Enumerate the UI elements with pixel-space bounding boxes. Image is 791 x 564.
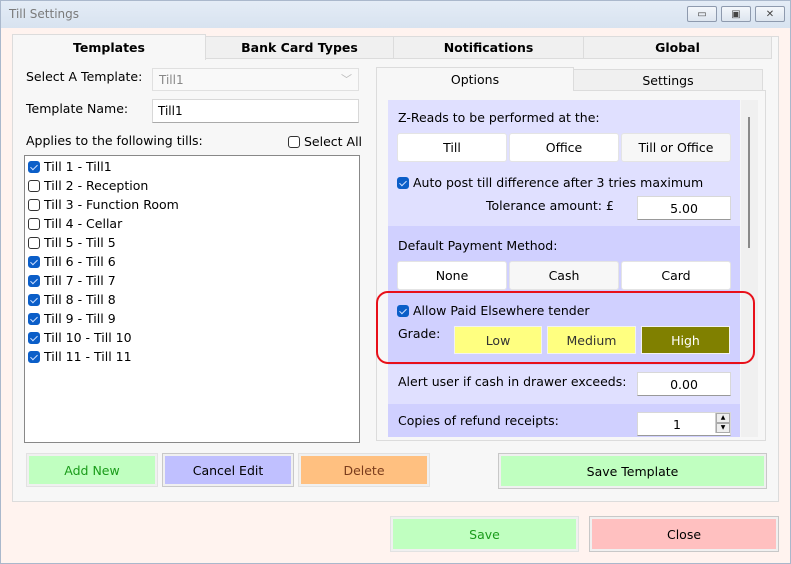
alert-amount-input[interactable]: 0.00 <box>637 372 731 396</box>
tab-settings[interactable]: Settings <box>573 69 763 91</box>
till-label: Till 11 - Till 11 <box>44 349 132 364</box>
delete-button[interactable]: Delete <box>298 453 430 487</box>
template-name-label: Template Name: <box>26 101 129 116</box>
tab-global[interactable]: Global <box>583 36 772 59</box>
auto-post-label: Auto post till difference after 3 tries … <box>413 175 704 190</box>
checkbox-icon <box>28 313 40 325</box>
select-all-check-icon <box>288 136 300 148</box>
till-label: Till 10 - Till 10 <box>44 330 132 345</box>
till-label: Till 4 - Cellar <box>44 216 123 231</box>
refund-copies-stepper[interactable]: ▲ ▼ <box>715 413 730 433</box>
checkbox-icon <box>28 256 40 268</box>
template-select-value: Till1 <box>159 73 184 87</box>
till-label: Till 5 - Till 5 <box>44 235 116 250</box>
refund-label: Copies of refund receipts: <box>398 413 559 428</box>
grade-label: Grade: <box>398 326 441 341</box>
till-label: Till 1 - Till1 <box>44 159 112 174</box>
till-label: Till 8 - Till 8 <box>44 292 116 307</box>
till-list-item[interactable]: Till 4 - Cellar <box>28 215 359 234</box>
till-list-item[interactable]: Till 9 - Till 9 <box>28 310 359 329</box>
grade-medium-button[interactable]: Medium <box>547 326 636 354</box>
select-template-label: Select A Template: <box>26 69 143 84</box>
checkbox-icon <box>28 294 40 306</box>
checkbox-icon <box>28 237 40 249</box>
checkbox-icon <box>28 218 40 230</box>
close-window-button[interactable]: ✕ <box>755 6 785 22</box>
till-list-item[interactable]: Till 3 - Function Room <box>28 196 359 215</box>
select-all-label: Select All <box>304 134 363 149</box>
tolerance-input[interactable]: 5.00 <box>637 196 731 220</box>
maximize-button[interactable]: ▣ <box>721 6 751 22</box>
applies-to-label: Applies to the following tills: <box>26 133 203 148</box>
spin-up-icon[interactable]: ▲ <box>716 413 730 423</box>
save-button[interactable]: Save <box>390 516 579 552</box>
title-bar: Till Settings ▭ ▣ ✕ <box>1 1 790 28</box>
cancel-edit-button[interactable]: Cancel Edit <box>162 453 294 487</box>
maximize-icon: ▣ <box>731 8 741 20</box>
till-list-item[interactable]: Till 7 - Till 7 <box>28 272 359 291</box>
till-list-item[interactable]: Till 5 - Till 5 <box>28 234 359 253</box>
payment-method-label: Default Payment Method: <box>398 238 558 253</box>
minimize-button[interactable]: ▭ <box>687 6 717 22</box>
zreads-office-button[interactable]: Office <box>509 133 619 162</box>
till-label: Till 7 - Till 7 <box>44 273 116 288</box>
tab-templates[interactable]: Templates <box>12 34 206 60</box>
checkbox-icon <box>28 161 40 173</box>
zreads-till-button[interactable]: Till <box>397 133 507 162</box>
payment-cash-button[interactable]: Cash <box>509 261 619 290</box>
tab-bank-card-types[interactable]: Bank Card Types <box>205 36 394 59</box>
checkbox-icon <box>28 351 40 363</box>
minimize-icon: ▭ <box>697 8 707 20</box>
till-settings-window: Till Settings ▭ ▣ ✕ Templates Bank Card … <box>0 0 791 564</box>
checkbox-icon <box>28 180 40 192</box>
alert-label: Alert user if cash in drawer exceeds: <box>398 374 627 389</box>
payment-none-button[interactable]: None <box>397 261 507 290</box>
zreads-label: Z-Reads to be performed at the: <box>398 110 600 125</box>
till-list: Till 1 - Till1 Till 2 - Reception Till 3… <box>24 155 360 443</box>
till-list-item[interactable]: Till 6 - Till 6 <box>28 253 359 272</box>
close-icon: ✕ <box>765 8 775 20</box>
till-list-item[interactable]: Till 8 - Till 8 <box>28 291 359 310</box>
payment-card-button[interactable]: Card <box>621 261 731 290</box>
till-list-item[interactable]: Till 10 - Till 10 <box>28 329 359 348</box>
till-list-item[interactable]: Till 11 - Till 11 <box>28 348 359 367</box>
till-label: Till 3 - Function Room <box>44 197 179 212</box>
grade-low-button[interactable]: Low <box>454 326 542 354</box>
save-template-button[interactable]: Save Template <box>498 453 767 489</box>
tab-options[interactable]: Options <box>376 67 574 91</box>
till-label: Till 2 - Reception <box>44 178 149 193</box>
auto-post-checkbox[interactable]: Auto post till difference after 3 tries … <box>397 175 703 190</box>
paid-elsewhere-label: Allow Paid Elsewhere tender <box>413 303 590 318</box>
paid-elsewhere-checkbox[interactable]: Allow Paid Elsewhere tender <box>397 303 590 318</box>
chevron-down-icon: ﹀ <box>341 73 352 86</box>
refund-copies-value: 1 <box>673 416 681 432</box>
till-list-item[interactable]: Till 1 - Till1 <box>28 158 359 177</box>
till-list-item[interactable]: Till 2 - Reception <box>28 177 359 196</box>
add-new-button[interactable]: Add New <box>26 453 158 487</box>
checkbox-icon <box>397 177 409 189</box>
scrollbar-thumb[interactable] <box>748 117 750 248</box>
options-scrollbar[interactable] <box>741 100 758 437</box>
till-label: Till 6 - Till 6 <box>44 254 116 269</box>
checkbox-icon <box>28 199 40 211</box>
checkbox-icon <box>28 275 40 287</box>
grade-high-button[interactable]: High <box>641 326 730 354</box>
select-all-checkbox[interactable]: Select All <box>288 134 362 149</box>
template-name-input[interactable]: Till1 <box>152 99 359 123</box>
checkbox-icon <box>28 332 40 344</box>
tab-notifications[interactable]: Notifications <box>393 36 584 59</box>
window-title: Till Settings <box>9 7 79 21</box>
zreads-till-or-office-button[interactable]: Till or Office <box>621 133 731 162</box>
tolerance-label: Tolerance amount: £ <box>486 198 614 213</box>
spin-down-icon[interactable]: ▼ <box>716 423 730 433</box>
checkbox-icon <box>397 305 409 317</box>
template-select[interactable]: Till1 ﹀ <box>152 68 359 91</box>
till-label: Till 9 - Till 9 <box>44 311 116 326</box>
close-button[interactable]: Close <box>589 516 779 552</box>
